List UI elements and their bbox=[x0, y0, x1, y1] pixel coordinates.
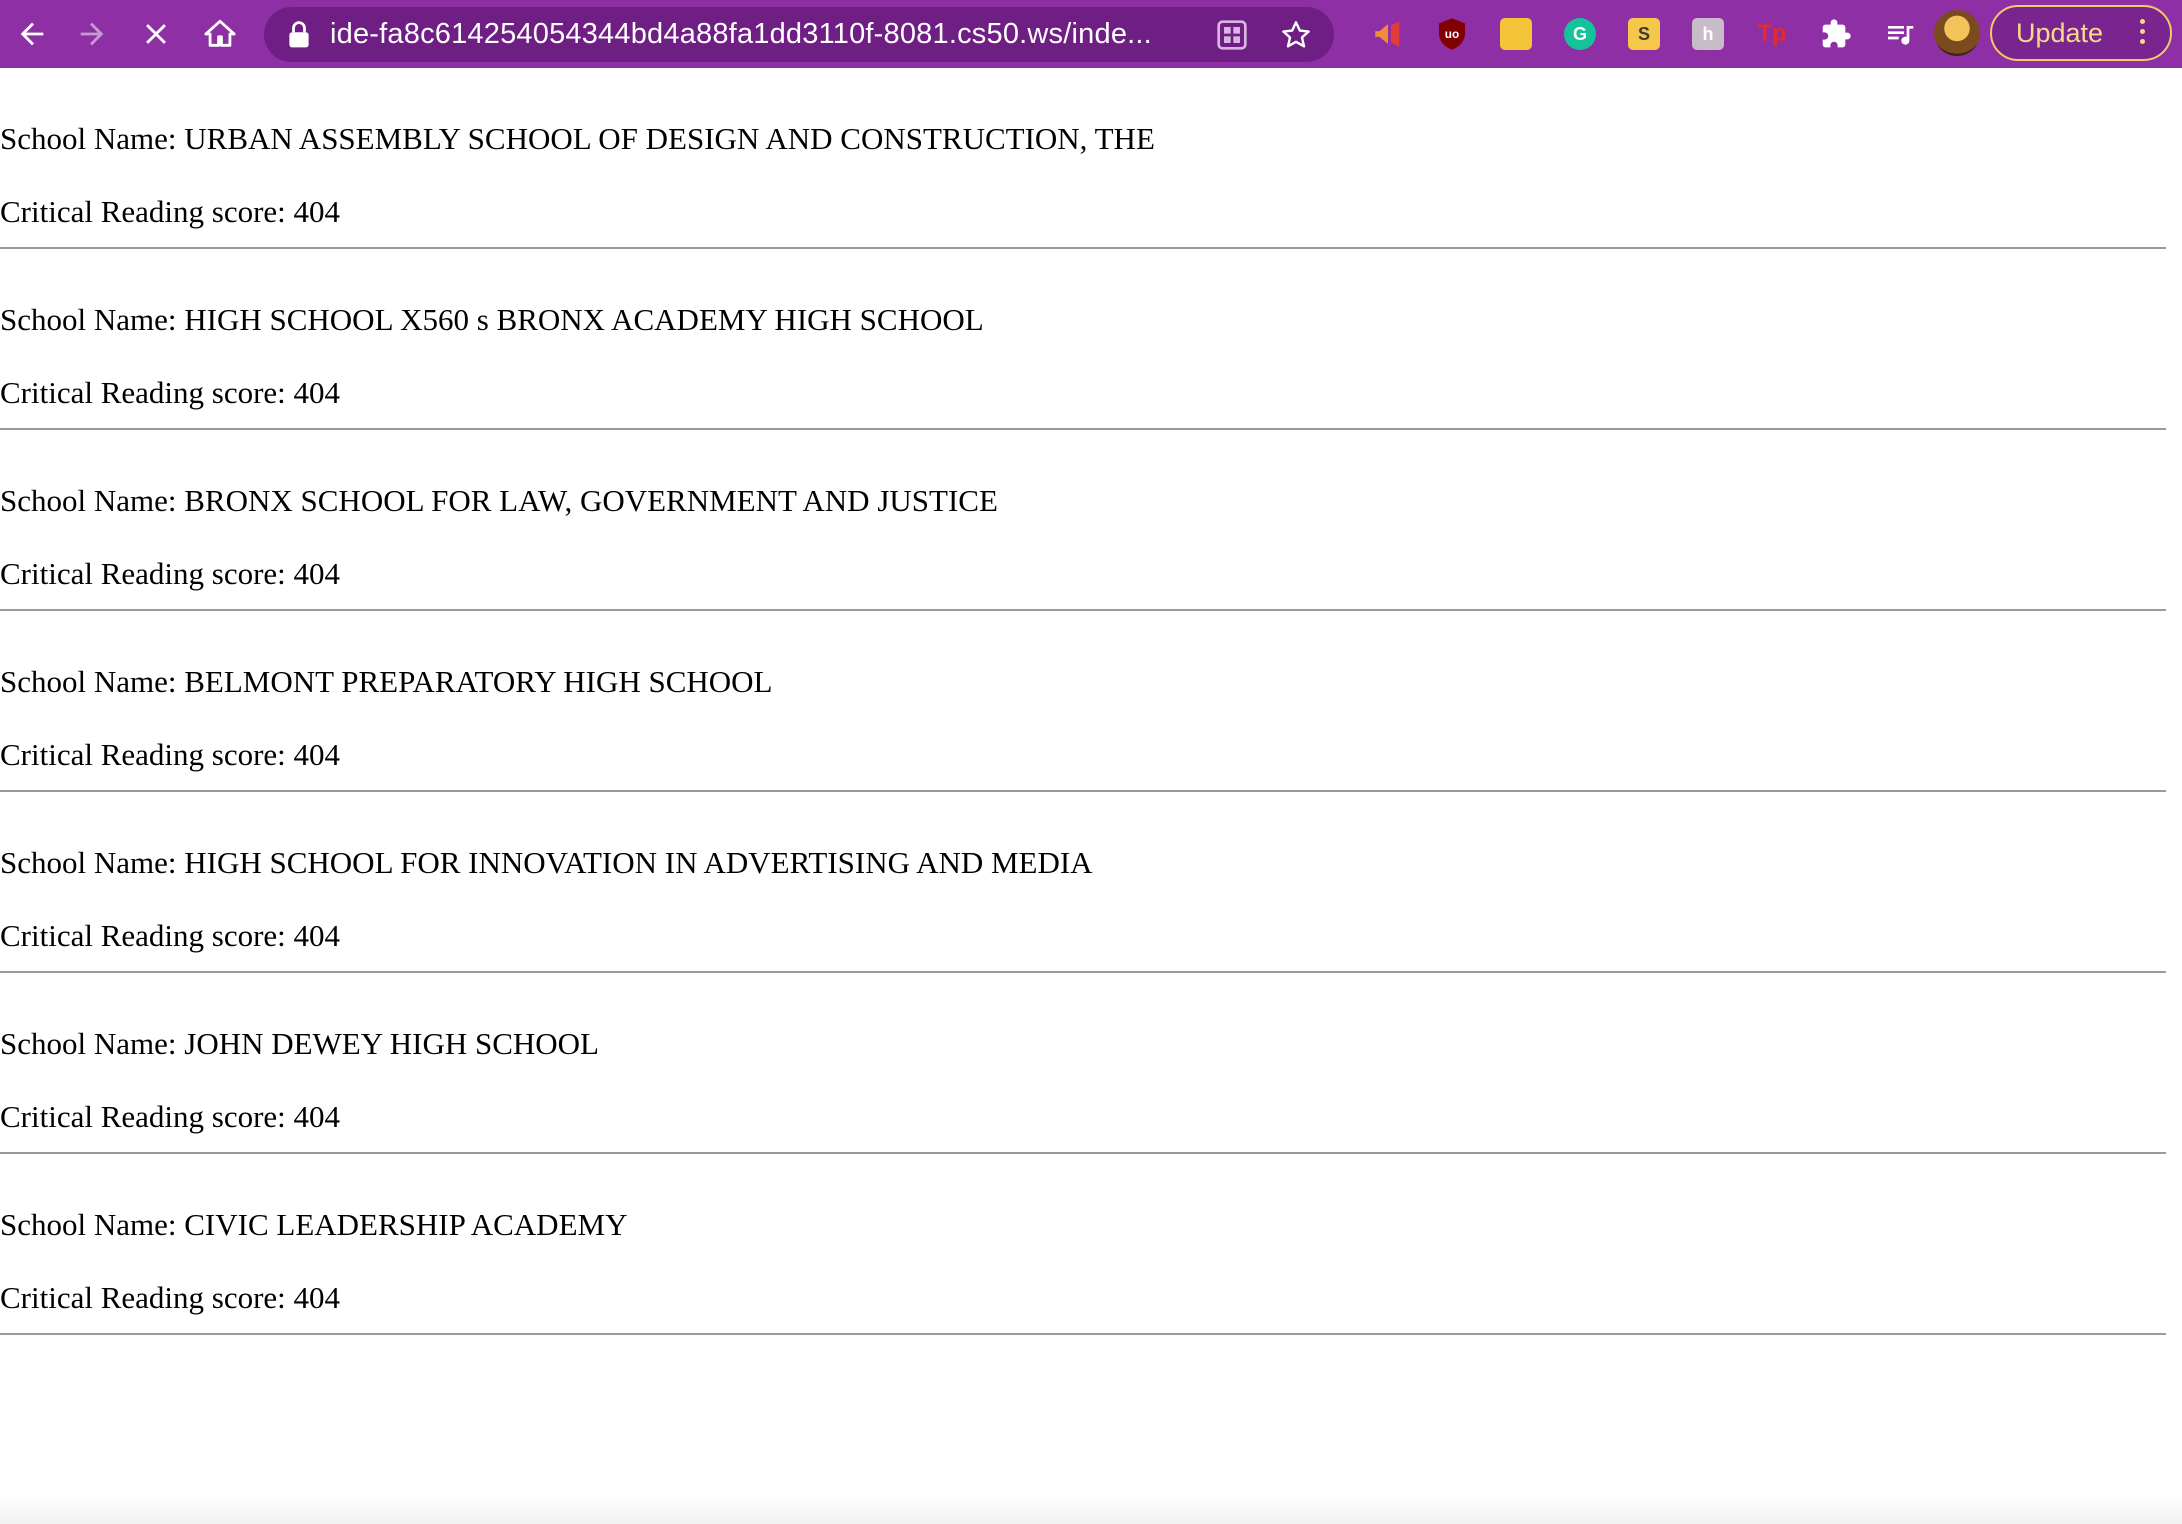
school-name-label: School Name: bbox=[0, 1026, 185, 1061]
puzzle-icon bbox=[1822, 19, 1851, 48]
score-label: Critical Reading score: bbox=[0, 918, 294, 953]
back-button[interactable] bbox=[0, 2, 64, 66]
score-value: 404 bbox=[293, 556, 341, 591]
ublock-extension[interactable]: uo bbox=[1420, 2, 1484, 66]
home-icon bbox=[204, 19, 236, 47]
school-name-value: BRONX SCHOOL FOR LAW, GOVERNMENT AND JUS… bbox=[184, 483, 998, 518]
score-line: Critical Reading score: 404 bbox=[0, 881, 2168, 954]
media-queue-button[interactable] bbox=[1868, 2, 1932, 66]
home-button[interactable] bbox=[188, 2, 252, 66]
grammarly-extension[interactable]: G bbox=[1548, 2, 1612, 66]
scribbles-extension[interactable]: S bbox=[1612, 2, 1676, 66]
close-icon bbox=[146, 24, 166, 44]
school-name-line: School Name: HIGH SCHOOL X560 s BRONX AC… bbox=[0, 249, 2168, 338]
score-line: Critical Reading score: 404 bbox=[0, 338, 2168, 411]
media-queue-icon bbox=[1888, 26, 1914, 45]
honey-extension[interactable]: h bbox=[1676, 2, 1740, 66]
school-name-line: School Name: JOHN DEWEY HIGH SCHOOL bbox=[0, 973, 2168, 1062]
school-name-value: CIVIC LEADERSHIP ACADEMY bbox=[184, 1207, 628, 1242]
school-name-label: School Name: bbox=[0, 483, 185, 518]
school-entry: School Name: BELMONT PREPARATORY HIGH SC… bbox=[0, 611, 2168, 792]
score-value: 404 bbox=[293, 194, 341, 229]
tp-icon: Tp bbox=[1757, 20, 1787, 47]
update-button[interactable]: Update bbox=[1990, 5, 2172, 61]
url-text[interactable]: ide-fa8c614254054344bd4a88fa1dd3110f-808… bbox=[330, 18, 1190, 51]
school-name-line: School Name: URBAN ASSEMBLY SCHOOL OF DE… bbox=[0, 68, 2168, 157]
forward-button[interactable] bbox=[60, 2, 124, 66]
sticky-note-icon bbox=[1500, 18, 1532, 50]
score-line: Critical Reading score: 404 bbox=[0, 157, 2168, 230]
school-name-line: School Name: HIGH SCHOOL FOR INNOVATION … bbox=[0, 792, 2168, 881]
school-name-label: School Name: bbox=[0, 845, 185, 880]
bottom-shadow bbox=[0, 1494, 2182, 1524]
score-line: Critical Reading score: 404 bbox=[0, 1243, 2168, 1316]
score-value: 404 bbox=[293, 1099, 341, 1134]
school-name-line: School Name: CIVIC LEADERSHIP ACADEMY bbox=[0, 1154, 2168, 1243]
school-name-value: BELMONT PREPARATORY HIGH SCHOOL bbox=[184, 664, 773, 699]
school-name-label: School Name: bbox=[0, 1207, 185, 1242]
svg-text:uo: uo bbox=[1445, 28, 1459, 41]
update-label: Update bbox=[2016, 17, 2104, 48]
school-name-line: School Name: BELMONT PREPARATORY HIGH SC… bbox=[0, 611, 2168, 700]
school-name-value: HIGH SCHOOL FOR INNOVATION IN ADVERTISIN… bbox=[184, 845, 1093, 880]
sticky-note-extension[interactable] bbox=[1484, 2, 1548, 66]
extensions-menu-button[interactable] bbox=[1804, 2, 1868, 66]
score-value: 404 bbox=[293, 737, 341, 772]
tp-extension[interactable]: Tp bbox=[1740, 2, 1804, 66]
school-entry: School Name: URBAN ASSEMBLY SCHOOL OF DE… bbox=[0, 68, 2168, 249]
score-value: 404 bbox=[293, 1280, 341, 1315]
score-label: Critical Reading score: bbox=[0, 737, 294, 772]
score-label: Critical Reading score: bbox=[0, 194, 294, 229]
score-line: Critical Reading score: 404 bbox=[0, 700, 2168, 773]
score-line: Critical Reading score: 404 bbox=[0, 519, 2168, 592]
school-entry: School Name: CIVIC LEADERSHIP ACADEMY Cri… bbox=[0, 1154, 2168, 1335]
back-arrow-icon bbox=[20, 22, 44, 46]
school-entry: School Name: HIGH SCHOOL FOR INNOVATION … bbox=[0, 792, 2168, 973]
extensions-area: uo G S h Tp bbox=[1356, 0, 1932, 68]
score-label: Critical Reading score: bbox=[0, 375, 294, 410]
school-name-label: School Name: bbox=[0, 121, 185, 156]
page-content: School Name: URBAN ASSEMBLY SCHOOL OF DE… bbox=[0, 68, 2168, 1335]
lock-icon bbox=[289, 20, 309, 47]
entry-divider bbox=[0, 1333, 2166, 1335]
kebab-menu-icon[interactable] bbox=[2140, 19, 2146, 49]
scribbles-icon: S bbox=[1628, 18, 1660, 50]
address-bar[interactable]: ide-fa8c614254054344bd4a88fa1dd3110f-808… bbox=[264, 7, 1334, 62]
score-line: Critical Reading score: 404 bbox=[0, 1062, 2168, 1135]
megaphone-icon bbox=[1375, 21, 1400, 47]
school-entry: School Name: BRONX SCHOOL FOR LAW, GOVER… bbox=[0, 430, 2168, 611]
qr-code-icon[interactable] bbox=[1216, 19, 1248, 51]
stop-loading-button[interactable] bbox=[124, 2, 188, 66]
profile-avatar[interactable] bbox=[1934, 10, 1980, 56]
score-label: Critical Reading score: bbox=[0, 556, 294, 591]
ublock-icon: uo bbox=[1438, 18, 1466, 50]
score-label: Critical Reading score: bbox=[0, 1099, 294, 1134]
school-entry: School Name: JOHN DEWEY HIGH SCHOOL Criti… bbox=[0, 973, 2168, 1154]
forward-arrow-icon bbox=[80, 22, 104, 46]
school-entry: School Name: HIGH SCHOOL X560 s BRONX AC… bbox=[0, 249, 2168, 430]
browser-toolbar: ide-fa8c614254054344bd4a88fa1dd3110f-808… bbox=[0, 0, 2182, 68]
school-name-line: School Name: BRONX SCHOOL FOR LAW, GOVER… bbox=[0, 430, 2168, 519]
school-name-label: School Name: bbox=[0, 302, 185, 337]
grammarly-icon: G bbox=[1564, 18, 1596, 50]
honey-icon: h bbox=[1692, 18, 1724, 50]
school-name-label: School Name: bbox=[0, 664, 185, 699]
school-name-value: HIGH SCHOOL X560 s BRONX ACADEMY HIGH SC… bbox=[184, 302, 984, 337]
school-name-value: URBAN ASSEMBLY SCHOOL OF DESIGN AND CONS… bbox=[184, 121, 1155, 156]
score-value: 404 bbox=[293, 375, 341, 410]
score-value: 404 bbox=[293, 918, 341, 953]
bookmark-star-icon[interactable] bbox=[1280, 19, 1312, 51]
megaphone-extension[interactable] bbox=[1356, 2, 1420, 66]
school-name-value: JOHN DEWEY HIGH SCHOOL bbox=[184, 1026, 599, 1061]
score-label: Critical Reading score: bbox=[0, 1280, 294, 1315]
